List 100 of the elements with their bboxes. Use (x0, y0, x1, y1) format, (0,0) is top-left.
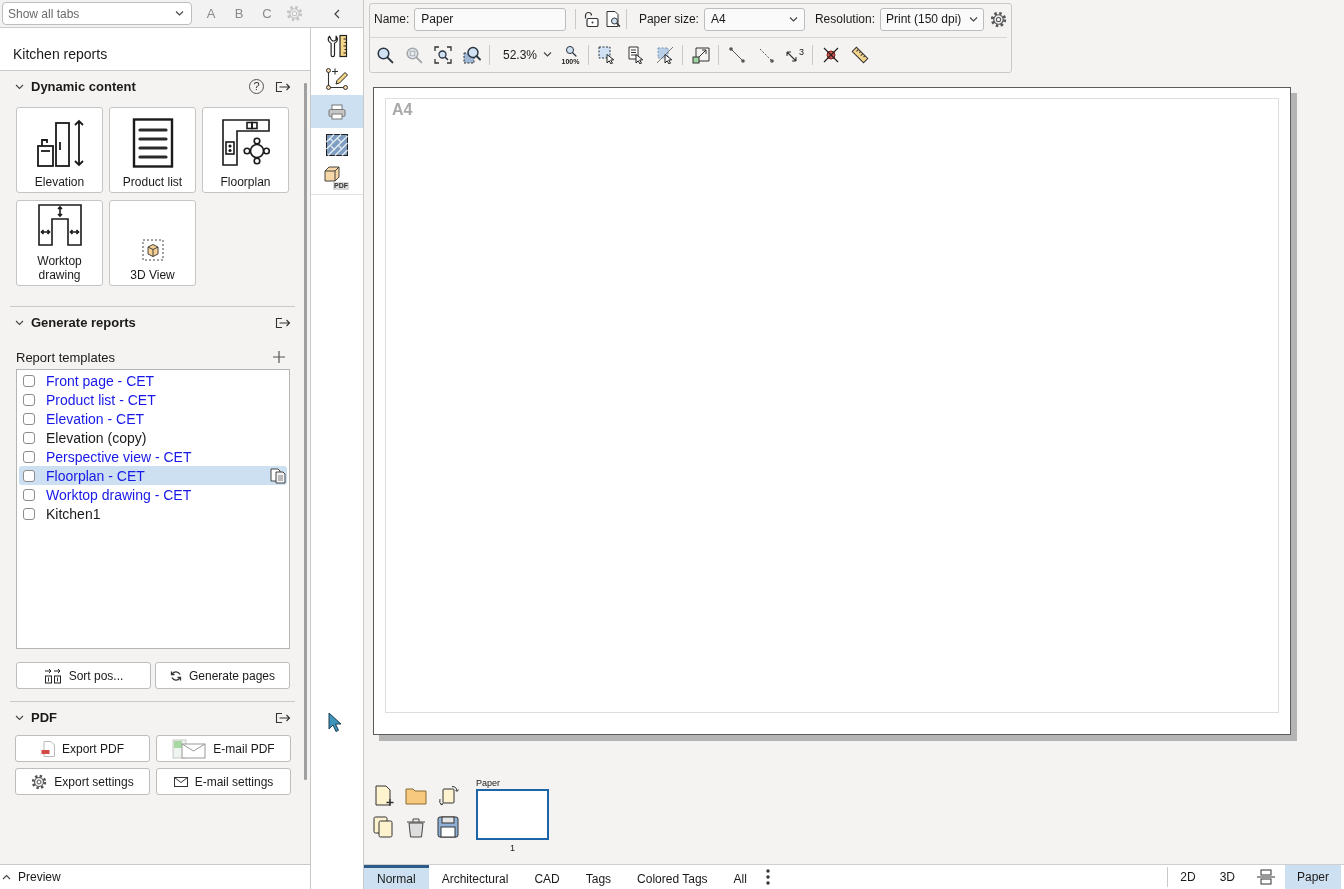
view-mode-tab[interactable]: 3D (1207, 865, 1247, 889)
template-item[interactable]: Worktop drawing - CET (19, 485, 287, 504)
template-item[interactable]: Product list - CET (19, 390, 287, 409)
checkbox[interactable] (23, 450, 35, 463)
page-rotate-icon[interactable] (437, 785, 459, 807)
section-title: PDF (31, 710, 57, 725)
report-tile[interactable]: Worktop drawing (16, 200, 103, 286)
generate-button[interactable]: Generate pages (155, 662, 290, 689)
padlock-icon[interactable] (584, 11, 601, 27)
layer-tab[interactable]: Tags (572, 865, 625, 889)
page-magnifier-icon[interactable] (604, 11, 621, 27)
caret-icon (175, 11, 184, 16)
export-pdf-button[interactable]: Export PDF (15, 735, 150, 762)
view-mode-tab[interactable]: 2D (1168, 865, 1208, 889)
cube-icon (141, 239, 164, 261)
envelope-document-icon (172, 738, 207, 759)
more-menu-icon[interactable] (765, 869, 770, 885)
dimension-button[interactable]: 3 (785, 47, 805, 62)
name-field[interactable]: Paper (414, 7, 567, 31)
stacked-rectangles-icon (1256, 869, 1275, 885)
checkbox[interactable] (23, 393, 35, 406)
refresh-icon (169, 669, 182, 682)
caret-icon (543, 52, 553, 57)
chevron-up-icon[interactable] (2, 874, 11, 880)
chevron-down-icon[interactable] (15, 83, 24, 90)
caret-icon (788, 16, 798, 22)
field-label: Resolution: (814, 12, 875, 26)
report-tile[interactable]: Elevation (16, 107, 103, 193)
crossed-pointer-icon[interactable] (655, 45, 674, 64)
layer-tab[interactable]: CAD (521, 865, 573, 889)
section-title[interactable]: Preview (18, 870, 61, 884)
checkbox[interactable] (23, 488, 35, 501)
trash-icon[interactable] (405, 816, 427, 838)
crossed-dot-icon[interactable] (821, 45, 840, 64)
report-tile[interactable]: Floorplan (202, 107, 289, 193)
chevron-left-icon[interactable] (334, 8, 340, 19)
square-arrow-icon[interactable] (691, 45, 710, 64)
panel-title: Kitchen reports (13, 46, 108, 62)
document-pointer-icon[interactable] (626, 45, 645, 64)
plus-icon[interactable] (273, 351, 285, 363)
template-item[interactable]: Elevation (copy) (19, 428, 287, 447)
checkbox[interactable] (23, 374, 35, 387)
sort-arrows-icon (43, 667, 62, 684)
layer-tab[interactable]: Architectural (428, 865, 522, 889)
magnifier-brackets-icon[interactable] (433, 45, 452, 64)
line-endpoints-icon[interactable] (727, 45, 746, 64)
paper-size-dropdown[interactable]: A4 (703, 7, 805, 31)
exit-arrow-icon[interactable] (275, 711, 291, 724)
cabinets-arrow-icon (34, 118, 85, 168)
template-item[interactable]: Kitchen1 (19, 504, 287, 523)
checkbox[interactable] (23, 431, 35, 444)
chevron-down-icon[interactable] (15, 319, 24, 326)
exit-arrow-icon[interactable] (275, 80, 291, 93)
page-number: 1 (510, 843, 515, 853)
wrench-ruler-icon (325, 33, 349, 58)
tile-pattern-icon (325, 132, 349, 157)
pdf-document-icon (41, 740, 55, 757)
zoom-level-dropdown[interactable]: 52.3% (493, 43, 557, 66)
u-shape-arrows-icon (36, 203, 83, 247)
cube-icon (324, 165, 340, 182)
gear-icon[interactable] (990, 10, 1007, 28)
email-pdf-button[interactable]: E-mail PDF (156, 735, 291, 762)
magnifier-icon[interactable] (375, 45, 394, 64)
template-item[interactable]: Floorplan - CET (19, 466, 287, 485)
field-label: Name: (374, 12, 410, 26)
chevron-down-icon[interactable] (15, 714, 24, 721)
sort-button[interactable]: Sort pos... (16, 662, 151, 689)
layer-tab[interactable]: Normal (364, 865, 429, 889)
field-label: Paper size: (638, 12, 699, 26)
email-settings-button[interactable]: E-mail settings (156, 768, 291, 795)
tab-filter-dropdown[interactable]: Show all tabs (2, 2, 192, 25)
thumbnail-title: Paper (476, 778, 501, 788)
page-thumbnail[interactable] (476, 789, 549, 840)
scrollbar[interactable] (304, 83, 307, 780)
report-tile[interactable]: Product list (109, 107, 196, 193)
exit-arrow-icon[interactable] (275, 316, 291, 329)
page-plus-icon[interactable] (373, 785, 395, 807)
view-mode-tab[interactable]: Paper (1284, 865, 1341, 889)
checkbox[interactable] (23, 469, 35, 482)
checkbox[interactable] (23, 507, 35, 520)
pages-icon[interactable] (373, 816, 395, 838)
envelope-icon (173, 776, 188, 787)
caret-icon (969, 16, 978, 22)
report-tile[interactable]: 3D View (109, 200, 196, 286)
dashed-square-pointer-icon[interactable] (597, 45, 616, 64)
documents-icon[interactable] (270, 467, 286, 484)
resolution-dropdown[interactable]: Print (150 dpi) (880, 7, 984, 31)
floor-plan-icon (220, 118, 271, 168)
template-item[interactable]: Elevation - CET (19, 409, 287, 428)
layer-tab[interactable]: All (720, 865, 760, 889)
magnifier-icon (564, 44, 577, 57)
export-settings-button[interactable]: Export settings (15, 768, 150, 795)
page-size-label: A4 (392, 101, 413, 119)
magnifier-dashed-square-icon[interactable] (462, 45, 481, 64)
checkbox[interactable] (23, 412, 35, 425)
template-item[interactable]: Front page - CET (19, 371, 287, 390)
layer-tab[interactable]: Colored Tags (624, 865, 721, 889)
section-title: Generate reports (31, 315, 136, 330)
gear-icon (31, 773, 48, 790)
template-item[interactable]: Perspective view - CET (19, 447, 287, 466)
